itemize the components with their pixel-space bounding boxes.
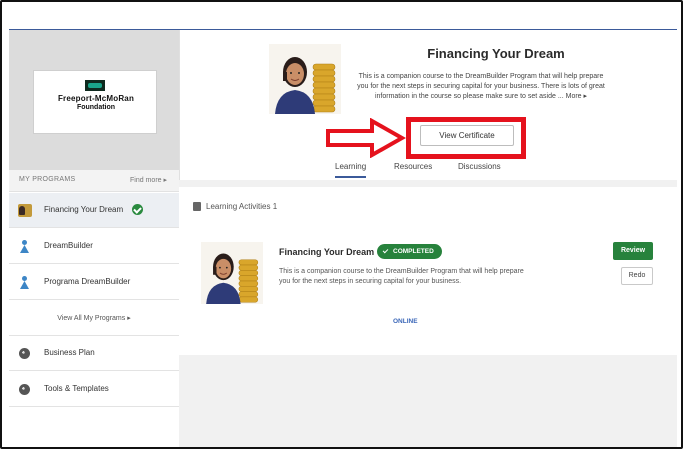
person-icon	[18, 276, 32, 289]
tab-discussions[interactable]: Discussions	[458, 162, 501, 171]
sidebar-item-dreambuilder[interactable]: DreamBuilder	[9, 229, 179, 264]
course-title: Financing Your Dream	[427, 46, 565, 61]
sidebar-item-label: Tools & Templates	[44, 384, 109, 393]
view-all-programs-link[interactable]: View All My Programs ▸	[9, 314, 179, 322]
activity-thumbnail[interactable]	[201, 242, 263, 304]
learning-activities-label: Learning Activities	[206, 202, 271, 211]
sidebar: Freeport-McMoRan Foundation MY PROGRAMS …	[9, 30, 179, 447]
course-thumbnail	[269, 44, 341, 114]
completed-badge: COMPLETED	[377, 244, 442, 259]
arrow-right-icon	[326, 118, 406, 158]
globe-icon	[19, 384, 30, 395]
learning-activities-card: Learning Activities 1 Financing Your Dre…	[179, 187, 677, 355]
logo-mark-icon	[85, 80, 105, 91]
learning-activities-count: 1	[272, 202, 278, 211]
sidebar-item-label: Business Plan	[44, 348, 95, 357]
app-frame: Freeport-McMoRan Foundation MY PROGRAMS …	[0, 0, 683, 449]
view-certificate-button[interactable]: View Certificate	[420, 125, 514, 146]
sidebar-item-label: Programa DreamBuilder	[44, 277, 131, 286]
person-icon	[18, 240, 32, 253]
sidebar-item-tools-templates[interactable]: Tools & Templates	[9, 372, 179, 407]
course-description: This is a companion course to the DreamB…	[357, 73, 605, 100]
completed-check-icon	[132, 204, 143, 215]
logo-text-line1: Freeport-McMoRan	[57, 94, 135, 103]
learning-activities-heading: Learning Activities 1	[193, 202, 277, 211]
activity-mode: ONLINE	[393, 318, 418, 325]
redo-button[interactable]: Redo	[621, 267, 653, 285]
sidebar-item-label: Financing Your Dream	[44, 205, 124, 214]
sidebar-item-business-plan[interactable]: Business Plan	[9, 336, 179, 371]
my-programs-label: MY PROGRAMS	[19, 176, 76, 183]
my-programs-header: MY PROGRAMS Find more ▸	[9, 170, 179, 192]
sidebar-item-financing-your-dream[interactable]: Financing Your Dream	[9, 193, 179, 228]
find-more-link[interactable]: Find more ▸	[130, 176, 167, 184]
logo-area: Freeport-McMoRan Foundation	[9, 30, 179, 170]
sidebar-item-programa-dreambuilder[interactable]: Programa DreamBuilder	[9, 265, 179, 300]
tab-learning[interactable]: Learning	[335, 162, 367, 178]
course-thumbnail-icon	[18, 204, 32, 217]
logo-text-line2: Foundation	[76, 104, 116, 111]
review-button[interactable]: Review	[613, 242, 653, 260]
tab-resources[interactable]: Resources	[394, 162, 432, 171]
course-header: Financing Your Dream This is a companion…	[179, 30, 677, 180]
page-content: Freeport-McMoRan Foundation MY PROGRAMS …	[9, 29, 677, 447]
activity-description: This is a companion course to the DreamB…	[279, 268, 524, 285]
foundation-logo: Freeport-McMoRan Foundation	[33, 70, 157, 134]
view-all-programs-row[interactable]: View All My Programs ▸	[9, 301, 179, 336]
activity-title[interactable]: Financing Your Dream	[279, 247, 374, 257]
sidebar-item-label: DreamBuilder	[44, 241, 93, 250]
globe-icon	[19, 348, 30, 359]
